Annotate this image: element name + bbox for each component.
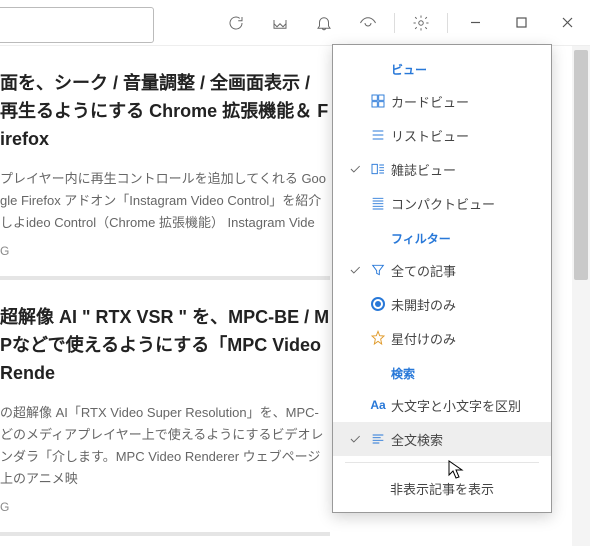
minimize-icon bbox=[470, 17, 481, 28]
menu-section-view: ビュー bbox=[333, 51, 551, 84]
list-icon bbox=[370, 127, 386, 143]
menu-section-filter: フィルター bbox=[333, 220, 551, 253]
menu-item-unread-only[interactable]: 未開封のみ bbox=[333, 287, 551, 321]
separator bbox=[447, 13, 448, 33]
separator bbox=[394, 13, 395, 33]
scrollbar-track[interactable] bbox=[572, 46, 590, 546]
menu-item-list-view[interactable]: リストビュー bbox=[333, 118, 551, 152]
menu-item-label: 星付けのみ bbox=[391, 329, 539, 348]
maximize-button[interactable] bbox=[498, 7, 544, 39]
article-title: 面を、シーク / 音量調整 / 全画面表示 / 再生るようにする Chrome … bbox=[0, 70, 330, 154]
check-icon bbox=[348, 263, 362, 277]
menu-item-label: リストビュー bbox=[391, 126, 539, 145]
article-title: 超解像 AI " RTX VSR " を、MPC-BE / MPなどで使えるよう… bbox=[0, 304, 330, 388]
settings-menu: ビュー カードビュー リストビュー 雑誌ビュー コンパクトビュー フィルター 全… bbox=[332, 44, 552, 513]
menu-item-label: 未開封のみ bbox=[391, 295, 539, 314]
menu-separator bbox=[345, 462, 539, 463]
eye-icon bbox=[359, 14, 377, 32]
menu-item-label: 全ての記事 bbox=[391, 261, 539, 280]
menu-item-label: 大文字と小文字を区別 bbox=[391, 396, 539, 415]
view-button[interactable] bbox=[346, 0, 390, 46]
menu-item-show-hidden[interactable]: 非表示記事を表示 bbox=[333, 469, 551, 500]
refresh-icon bbox=[227, 14, 245, 32]
menu-section-search: 検索 bbox=[333, 355, 551, 388]
scrollbar-thumb[interactable] bbox=[574, 50, 588, 280]
menu-item-fulltext-search[interactable]: 全文検索 bbox=[333, 422, 551, 456]
title-bar bbox=[0, 0, 590, 46]
menu-item-card-view[interactable]: カードビュー bbox=[333, 84, 551, 118]
article-item[interactable]: 超解像 AI " RTX VSR " を、MPC-BE / MPなどで使えるよう… bbox=[0, 280, 330, 536]
gear-icon bbox=[412, 14, 430, 32]
magazine-icon bbox=[370, 161, 386, 177]
menu-item-label: 全文検索 bbox=[391, 430, 539, 449]
check-icon bbox=[348, 162, 362, 176]
article-excerpt: プレイヤー内に再生コントロールを追加してくれる Google Firefox ア… bbox=[0, 168, 330, 234]
close-icon bbox=[562, 17, 573, 28]
article-source: G bbox=[0, 500, 330, 514]
compact-icon bbox=[370, 195, 386, 211]
article-excerpt: の超解像 AI「RTX Video Super Resolution」を、MPC… bbox=[0, 402, 330, 490]
check-icon bbox=[348, 432, 362, 446]
bell-icon bbox=[315, 14, 333, 32]
menu-item-starred-only[interactable]: 星付けのみ bbox=[333, 321, 551, 355]
maximize-icon bbox=[516, 17, 527, 28]
case-icon: Aa bbox=[370, 398, 385, 412]
cursor-pointer-icon bbox=[448, 460, 464, 483]
menu-item-compact-view[interactable]: コンパクトビュー bbox=[333, 186, 551, 220]
article-source: G bbox=[0, 244, 330, 258]
settings-button[interactable] bbox=[399, 0, 443, 46]
notifications-button[interactable] bbox=[302, 0, 346, 46]
minimize-button[interactable] bbox=[452, 7, 498, 39]
menu-item-label: 雑誌ビュー bbox=[391, 160, 539, 179]
grid-icon bbox=[370, 93, 386, 109]
menu-item-case-sensitive[interactable]: Aa 大文字と小文字を区別 bbox=[333, 388, 551, 422]
menu-item-all-articles[interactable]: 全ての記事 bbox=[333, 253, 551, 287]
filter-icon bbox=[370, 262, 386, 278]
inbox-button[interactable] bbox=[258, 0, 302, 46]
refresh-button[interactable] bbox=[214, 0, 258, 46]
article-item[interactable]: の動画が、普通の YouTube プレイヤーで再生さ bbox=[0, 536, 330, 546]
article-item[interactable]: 面を、シーク / 音量調整 / 全画面表示 / 再生るようにする Chrome … bbox=[0, 46, 330, 280]
text-lines-icon bbox=[370, 431, 386, 447]
menu-item-magazine-view[interactable]: 雑誌ビュー bbox=[333, 152, 551, 186]
inbox-icon bbox=[271, 14, 289, 32]
close-button[interactable] bbox=[544, 7, 590, 39]
search-input[interactable] bbox=[0, 7, 154, 43]
menu-item-label: コンパクトビュー bbox=[391, 194, 539, 213]
radio-icon bbox=[371, 297, 385, 311]
star-icon bbox=[370, 330, 386, 346]
menu-item-label: カードビュー bbox=[391, 92, 539, 111]
